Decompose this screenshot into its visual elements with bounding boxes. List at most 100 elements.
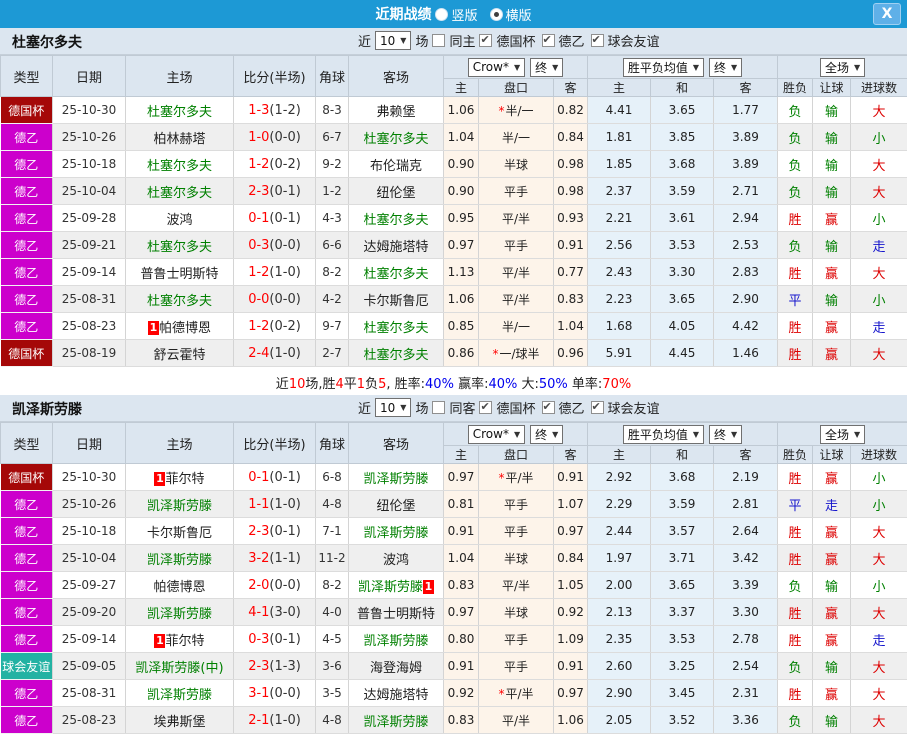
competition-cell: 球会友谊 xyxy=(0,652,53,680)
avg-home-cell: 2.35 xyxy=(587,625,652,653)
bookmaker-select[interactable]: Crow* xyxy=(467,424,526,444)
match-row: 德乙 25-08-23 1 帕德博恩 1-2(0-2) 9-7 杜塞尔多夫 0.85 半/一 1.… xyxy=(0,312,907,340)
comp-friendly-checkbox[interactable] xyxy=(590,33,604,47)
handicap-result-cell: 赢 xyxy=(812,204,852,232)
handicap-result-cell: 输 xyxy=(812,706,852,734)
competition-cell: 德乙 xyxy=(0,312,53,340)
away-team-cell: 普鲁士明斯特 xyxy=(348,598,444,626)
home-odds-cell: 0.95 xyxy=(443,204,479,232)
comp-friendly-checkbox[interactable] xyxy=(590,400,604,414)
date-cell: 25-08-31 xyxy=(52,679,126,707)
avg-home-cell: 2.43 xyxy=(587,258,652,286)
match-count-select[interactable]: 10 xyxy=(375,398,412,417)
away-team-cell: 布伦瑞克 xyxy=(348,150,444,178)
col-avg-away: 客 xyxy=(713,78,779,97)
corner-cell: 7-1 xyxy=(315,517,349,545)
competition-cell: 德乙 xyxy=(0,123,53,151)
avg-draw-cell: 3.52 xyxy=(650,706,715,734)
rank-1-badge: 1 xyxy=(154,633,166,648)
final-avg-select[interactable]: 终 xyxy=(709,57,743,77)
date-cell: 25-10-26 xyxy=(52,490,126,518)
wdl-result-cell: 负 xyxy=(777,706,814,734)
away-odds-cell: 0.82 xyxy=(553,96,589,124)
score-cell: 2-4(1-0) xyxy=(233,339,316,367)
handicap-cell: *平/半 xyxy=(478,463,554,491)
avg-away-cell: 2.53 xyxy=(713,231,779,259)
home-team-cell: 帕德博恩 xyxy=(125,571,234,599)
final-avg-select[interactable]: 终 xyxy=(709,424,743,444)
home-odds-cell: 0.81 xyxy=(443,490,479,518)
match-row: 德乙 25-09-14 普鲁士明斯特 1-2(1-0) 8-2 杜塞尔多夫 1.13 平/半 0… xyxy=(0,258,907,286)
avg-home-cell: 1.85 xyxy=(587,150,652,178)
away-team-cell: 纽伦堡 xyxy=(348,490,444,518)
avg-away-cell: 3.36 xyxy=(713,706,779,734)
col-type: 类型 xyxy=(0,422,53,464)
col-score: 比分(半场) xyxy=(233,422,316,464)
score-cell: 4-1(3-0) xyxy=(233,598,316,626)
match-row: 德乙 25-08-23 埃弗斯堡 2-1(1-0) 4-8 凯泽斯劳滕 0.83 平/半 1.0… xyxy=(0,706,907,734)
date-cell: 25-10-18 xyxy=(52,517,126,545)
avg-home-cell: 2.23 xyxy=(587,285,652,313)
corner-cell: 8-2 xyxy=(315,258,349,286)
handicap-result-cell: 输 xyxy=(812,571,852,599)
away-team-cell: 杜塞尔多夫 xyxy=(348,339,444,367)
wdl-avg-select[interactable]: 胜平负均值 xyxy=(622,424,705,444)
wdl-result-cell: 胜 xyxy=(777,204,814,232)
match-row: 德乙 25-09-21 杜塞尔多夫 0-3(0-0) 6-6 达姆施塔特 0.97 平手 0.9… xyxy=(0,231,907,259)
home-odds-cell: 0.97 xyxy=(443,231,479,259)
goals-result-cell: 小 xyxy=(850,490,907,518)
corner-cell: 4-8 xyxy=(315,490,349,518)
avg-draw-cell: 3.59 xyxy=(650,490,715,518)
handicap-cell: *平/半 xyxy=(478,679,554,707)
same-venue-checkbox[interactable] xyxy=(432,34,446,47)
handicap-result-cell: 输 xyxy=(812,123,852,151)
col-date: 日期 xyxy=(52,422,126,464)
final-odds-select[interactable]: 终 xyxy=(530,424,564,444)
wdl-result-cell: 负 xyxy=(777,652,814,680)
radio-circle-icon[interactable] xyxy=(435,7,449,21)
date-cell: 25-09-05 xyxy=(52,652,126,680)
close-icon[interactable]: X xyxy=(873,3,901,25)
radio-circle-checked-icon[interactable] xyxy=(489,7,503,21)
match-row: 德乙 25-10-04 凯泽斯劳滕 3-2(1-1) 11-2 波鸿 1.04 半球 0.84 1… xyxy=(0,544,907,572)
date-cell: 25-08-23 xyxy=(52,706,126,734)
match-count-select[interactable]: 10 xyxy=(375,31,412,50)
handicap-cell: 半球 xyxy=(478,598,554,626)
full-match-select[interactable]: 全场 xyxy=(819,424,866,444)
radio-vertical[interactable]: 竖版 xyxy=(435,5,478,24)
goals-result-cell: 大 xyxy=(850,598,907,626)
goals-result-cell: 大 xyxy=(850,679,907,707)
wdl-avg-select[interactable]: 胜平负均值 xyxy=(622,57,705,77)
goals-result-cell: 小 xyxy=(850,571,907,599)
avg-home-cell: 2.05 xyxy=(587,706,652,734)
handicap-result-cell: 赢 xyxy=(812,339,852,367)
goals-result-cell: 小 xyxy=(850,463,907,491)
corner-cell: 4-8 xyxy=(315,706,349,734)
col-away: 客场 xyxy=(348,55,444,97)
corner-cell: 1-2 xyxy=(315,177,349,205)
result-group-header: 全场 xyxy=(777,55,907,79)
wdl-result-cell: 负 xyxy=(777,150,814,178)
radio-horizontal[interactable]: 横版 xyxy=(489,5,532,24)
wdl-result-cell: 胜 xyxy=(777,258,814,286)
col-score: 比分(半场) xyxy=(233,55,316,97)
handicap-cell: 平/半 xyxy=(478,204,554,232)
full-match-select[interactable]: 全场 xyxy=(819,57,866,77)
comp-cup-checkbox[interactable] xyxy=(479,33,493,47)
home-team-cell: 波鸿 xyxy=(125,204,234,232)
same-venue-checkbox[interactable] xyxy=(432,401,446,414)
competition-cell: 德乙 xyxy=(0,177,53,205)
match-row: 德乙 25-09-27 帕德博恩 2-0(0-0) 8-2 凯泽斯劳滕 1 0.83 平/半 1.… xyxy=(0,571,907,599)
col-wdl: 胜负 xyxy=(777,445,814,464)
comp-league2-checkbox[interactable] xyxy=(541,33,555,47)
comp-cup-checkbox[interactable] xyxy=(479,400,493,414)
titlebar: 近期战绩 竖版 横版 X xyxy=(0,0,907,28)
match-row: 德乙 25-08-31 凯泽斯劳滕 3-1(0-0) 3-5 达姆施塔特 0.92 *平/半 0… xyxy=(0,679,907,707)
competition-cell: 德乙 xyxy=(0,706,53,734)
home-team-cell: 凯泽斯劳滕(中) xyxy=(125,652,234,680)
comp-league2-checkbox[interactable] xyxy=(541,400,555,414)
goals-result-cell: 大 xyxy=(850,544,907,572)
bookmaker-select[interactable]: Crow* xyxy=(467,57,526,77)
final-odds-select[interactable]: 终 xyxy=(530,57,564,77)
avg-draw-cell: 3.53 xyxy=(650,625,715,653)
